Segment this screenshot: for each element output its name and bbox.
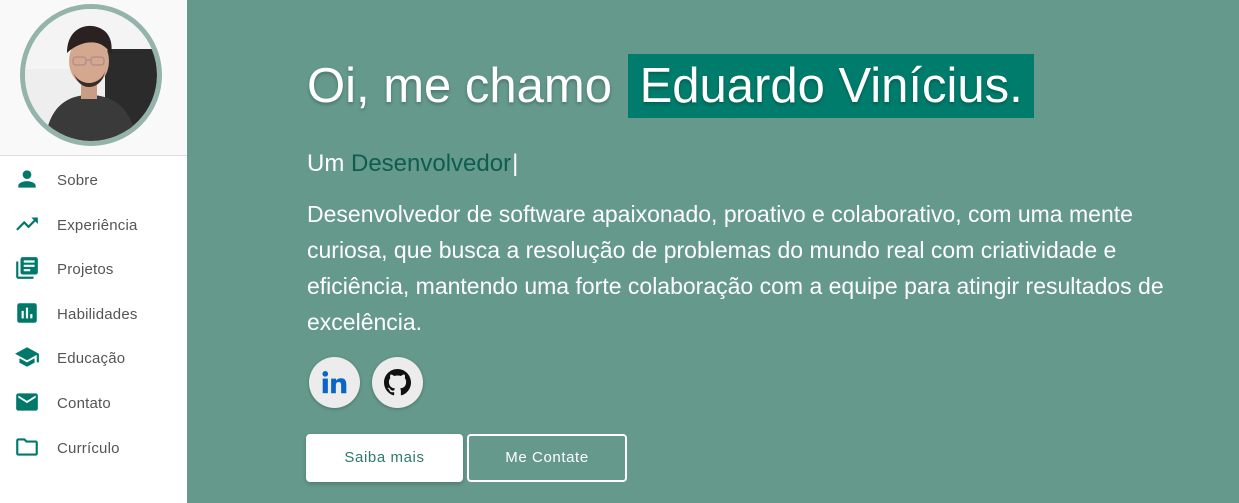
sidebar-item-label: Habilidades: [57, 305, 138, 323]
sidebar-item-label: Currículo: [57, 439, 120, 457]
profile-header: [0, 0, 187, 156]
hero-greeting: Oi, me chamo: [307, 59, 612, 113]
profile-photo: [20, 4, 162, 146]
sidebar-item-educacao[interactable]: Educação: [0, 336, 187, 381]
saiba-mais-button[interactable]: Saiba mais: [306, 434, 463, 482]
bar-chart-icon: [14, 300, 40, 326]
sidebar-item-contato[interactable]: Contato: [0, 381, 187, 426]
sidebar-item-curriculo[interactable]: Currículo: [0, 426, 187, 471]
me-contate-button[interactable]: Me Contate: [467, 434, 627, 482]
sidebar-item-label: Sobre: [57, 172, 99, 189]
sidebar-item-label: Experiência: [57, 216, 138, 234]
trending-up-icon: [14, 211, 40, 237]
hero-title: Oi, me chamo Eduardo Vinícius.: [307, 54, 1034, 118]
hero-role: Um Desenvolvedor|: [307, 150, 518, 178]
sidebar-item-label: Contato: [57, 394, 111, 412]
sidebar: Sobre Experiência Projetos Habilidades E…: [0, 0, 187, 503]
hero-section: Oi, me chamo Eduardo Vinícius. Um Desenv…: [187, 0, 1239, 503]
role-prefix: Um: [307, 150, 345, 177]
sidebar-item-experiencia[interactable]: Experiência: [0, 203, 187, 248]
profile-photo-illustration: [25, 9, 157, 141]
linkedin-button[interactable]: [309, 357, 360, 408]
person-icon: [14, 166, 40, 192]
library-books-icon: [14, 255, 40, 281]
sidebar-item-habilidades[interactable]: Habilidades: [0, 292, 187, 337]
sidebar-item-projetos[interactable]: Projetos: [0, 247, 187, 292]
hero-bio: Desenvolvedor de software apaixonado, pr…: [307, 201, 1164, 335]
sidebar-item-label: Educação: [57, 350, 126, 368]
typing-caret: |: [512, 150, 519, 177]
mail-icon: [14, 389, 40, 415]
github-icon: [384, 369, 411, 396]
github-button[interactable]: [372, 357, 423, 408]
sidebar-nav: Sobre Experiência Projetos Habilidades E…: [0, 158, 187, 470]
sidebar-item-label: Projetos: [57, 261, 114, 279]
linkedin-icon: [322, 371, 347, 394]
school-icon: [14, 344, 40, 370]
role-typed-text: Desenvolvedor: [351, 150, 512, 177]
hero-name-highlight: Eduardo Vinícius.: [627, 54, 1034, 118]
sidebar-item-sobre[interactable]: Sobre: [0, 158, 187, 203]
folder-icon: [14, 434, 40, 460]
